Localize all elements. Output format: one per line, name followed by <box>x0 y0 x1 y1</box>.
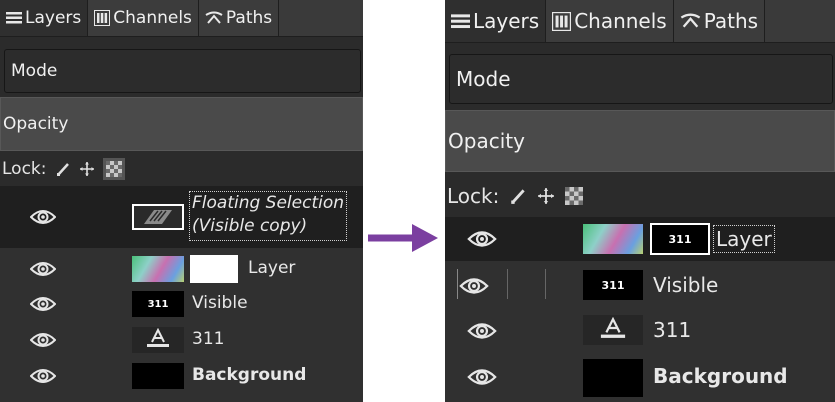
layer-list: Floating Selection (Visible copy) Layer … <box>0 186 363 402</box>
lock-alpha-icon[interactable] <box>565 187 584 205</box>
layer-thumbnail <box>583 224 643 254</box>
channels-icon <box>552 11 572 31</box>
tab-label: Channels <box>113 8 192 28</box>
layers-panel-after: Layers Channels Paths Mode Opacity Lock: <box>445 0 835 402</box>
layers-icon <box>451 13 470 30</box>
lock-label: Lock: <box>447 184 500 208</box>
tab-channels[interactable]: Channels <box>546 0 674 42</box>
dock-tabs: Layers Channels Paths <box>445 0 835 43</box>
layer-name: 311 <box>192 329 225 349</box>
drag-divider <box>545 269 546 299</box>
tab-channels[interactable]: Channels <box>88 0 199 36</box>
mode-dropdown[interactable]: Mode <box>449 54 833 104</box>
mode-label: Mode <box>11 61 58 81</box>
tab-layers[interactable]: Layers <box>0 0 89 36</box>
eye-icon[interactable] <box>467 319 497 343</box>
lock-alpha-icon[interactable] <box>102 158 125 180</box>
lock-pixels-icon[interactable] <box>509 187 527 205</box>
layer-name: Floating Selection (Visible copy) <box>189 191 347 241</box>
tab-label: Layers <box>25 8 82 28</box>
tabs-spacer <box>765 0 835 42</box>
eye-icon[interactable] <box>30 365 56 387</box>
opacity-slider[interactable]: Opacity <box>445 110 835 172</box>
layer-row-background[interactable]: Background <box>0 359 363 393</box>
thumbnail-text: 311 <box>668 232 692 246</box>
layer-mask-thumbnail <box>190 255 238 283</box>
thumbnail-text: 311 <box>147 298 169 310</box>
background-thumbnail <box>132 363 184 389</box>
layer-name: 311 <box>653 318 692 342</box>
layer-row-floating-selection[interactable]: Floating Selection (Visible copy) <box>0 186 363 248</box>
layer-name: Layer <box>713 225 775 253</box>
dock-tabs: Layers Channels Paths <box>0 0 363 37</box>
background-thumbnail <box>583 359 643 397</box>
lock-row: Lock: <box>447 180 584 212</box>
text-layer-thumbnail <box>132 327 184 353</box>
layer-name: Background <box>192 365 307 385</box>
eye-icon[interactable] <box>467 227 497 251</box>
layer-name: Visible <box>653 273 719 297</box>
visible-thumbnail: 311 <box>583 270 643 300</box>
mode-label: Mode <box>456 67 511 91</box>
lock-pixels-icon[interactable] <box>55 161 71 177</box>
eye-icon[interactable] <box>459 274 489 298</box>
visible-thumbnail: 311 <box>132 291 184 317</box>
layer-mask-thumbnail: 311 <box>650 223 710 255</box>
eye-icon[interactable] <box>30 258 56 280</box>
lock-row: Lock: <box>2 155 125 183</box>
layer-name-line2: (Visible copy) <box>192 216 308 236</box>
lock-position-icon[interactable] <box>537 187 555 205</box>
layers-icon <box>6 11 22 25</box>
layer-row-311[interactable]: 311 <box>0 323 363 357</box>
text-tool-icon <box>599 316 627 343</box>
layer-name: Background <box>653 364 788 388</box>
eye-icon[interactable] <box>30 205 56 229</box>
floating-selection-thumbnail <box>132 204 184 230</box>
tab-paths[interactable]: Paths <box>674 0 766 42</box>
layer-row-311[interactable]: 311 <box>445 309 835 351</box>
lock-label: Lock: <box>2 159 47 179</box>
layer-list: 311 Layer 311 Visible 311 Background <box>445 217 835 402</box>
layer-thumbnail <box>132 256 184 282</box>
opacity-slider[interactable]: Opacity <box>0 97 363 151</box>
tab-label: Paths <box>703 9 759 33</box>
drag-divider <box>457 269 458 299</box>
layer-name: Visible <box>192 293 248 313</box>
tabs-spacer <box>279 0 363 36</box>
lock-position-icon[interactable] <box>79 161 95 177</box>
layer-row-visible[interactable]: 311 Visible <box>445 265 835 305</box>
opacity-label: Opacity <box>448 129 525 153</box>
layer-name: Layer <box>248 258 296 278</box>
transition-arrow <box>368 224 438 252</box>
opacity-label: Opacity <box>3 114 69 134</box>
paths-icon <box>205 11 223 25</box>
tab-label: Layers <box>473 9 540 33</box>
eye-icon[interactable] <box>467 365 497 389</box>
text-tool-icon <box>146 327 170 352</box>
layer-row-layer[interactable]: Layer <box>0 252 363 286</box>
layers-panel-before: Layers Channels Paths Mode Opacity Lock: <box>0 0 363 402</box>
paths-icon <box>680 13 701 29</box>
thumbnail-text: 311 <box>601 278 625 292</box>
channels-icon <box>94 10 111 26</box>
eye-icon[interactable] <box>30 329 56 351</box>
mode-dropdown[interactable]: Mode <box>4 49 361 93</box>
tab-label: Channels <box>574 9 667 33</box>
tab-label: Paths <box>225 8 273 28</box>
layer-row-visible[interactable]: 311 Visible <box>0 287 363 321</box>
layer-name-line1: Floating Selection <box>192 193 345 213</box>
eye-icon[interactable] <box>30 293 56 315</box>
tab-layers[interactable]: Layers <box>445 0 547 42</box>
layer-row-background[interactable]: Background <box>445 355 835 399</box>
drag-divider <box>507 269 508 299</box>
tab-paths[interactable]: Paths <box>199 0 280 36</box>
text-layer-thumbnail <box>583 315 643 345</box>
layer-row-layer[interactable]: 311 Layer <box>445 217 835 261</box>
